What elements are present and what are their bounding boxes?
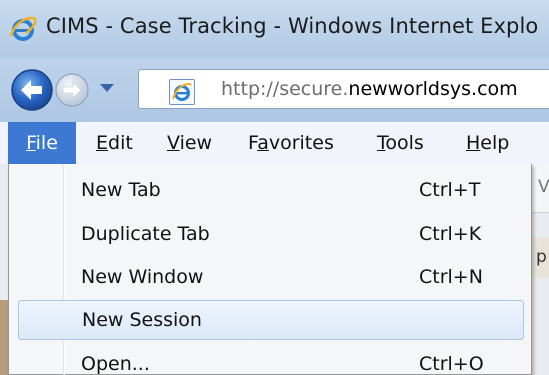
menu-item-label: Duplicate Tab [81,223,210,245]
title-bar: CIMS - Case Tracking - Windows Internet … [0,0,549,58]
menu-help-rest: elp [480,132,510,154]
page-text-fragment-2: p [536,247,547,267]
ie-logo-icon [9,16,37,41]
menu-item-open[interactable]: Open... Ctrl+O [11,344,529,375]
history-dropdown-icon[interactable] [100,84,114,92]
menu-item-shortcut: Ctrl+O [419,353,484,375]
menu-view[interactable]: View [167,122,212,164]
menu-tools[interactable]: Tools [377,122,424,164]
menu-item-label: New Tab [81,179,161,201]
file-menu-dropdown: New Tab Ctrl+T Duplicate Tab Ctrl+K New … [8,164,532,375]
menu-view-rest: iew [179,132,213,154]
menu-edit-rest: dit [108,132,133,154]
menu-item-label: New Window [81,266,204,288]
menu-item-shortcut: Ctrl+N [419,266,483,288]
page-text-fragment-1: V [538,177,549,197]
navigation-bar: http://secure.newworldsys.com [0,58,549,122]
forward-arrow-icon[interactable] [54,72,90,108]
menu-item-duplicate-tab[interactable]: Duplicate Tab Ctrl+K [11,214,529,254]
menu-help-mnemonic: H [466,132,481,154]
menu-item-new-session[interactable]: New Session [18,300,524,340]
menu-file-rest: ile [35,132,58,154]
menu-edit-mnemonic: E [96,132,109,154]
menu-help[interactable]: Help [466,122,509,164]
menu-item-shortcut: Ctrl+T [419,179,481,201]
back-arrow-icon[interactable] [10,68,54,112]
address-scheme: http://secure. [221,78,349,100]
menu-bar: File Edit View Favorites Tools Help [0,122,549,165]
menu-file[interactable]: File [8,122,76,164]
window-title: CIMS - Case Tracking - Windows Internet … [46,14,539,38]
menu-item-new-tab[interactable]: New Tab Ctrl+T [11,170,529,210]
menu-item-label: Open... [81,353,150,375]
menu-favorites[interactable]: Favorites [248,122,334,164]
page-icon [169,79,195,105]
menu-item-shortcut: Ctrl+K [419,223,482,245]
address-text[interactable]: http://secure.newworldsys.com [221,78,518,100]
menu-favorites-mnemonic: a [257,132,269,154]
menu-tools-rest: ools [385,132,424,154]
menu-item-label: New Session [82,309,202,331]
ie-page-icon [172,82,192,101]
menu-item-new-window[interactable]: New Window Ctrl+N [11,257,529,297]
address-bar[interactable]: http://secure.newworldsys.com [138,69,549,109]
page-left-edge [0,300,8,375]
menu-edit[interactable]: Edit [96,122,133,164]
menu-favorites-pre: F [248,132,258,154]
menu-view-mnemonic: V [167,132,180,154]
menu-favorites-rest: vorites [268,132,334,154]
menu-file-mnemonic: F [26,132,36,154]
address-domain: newworldsys.com [348,78,518,100]
